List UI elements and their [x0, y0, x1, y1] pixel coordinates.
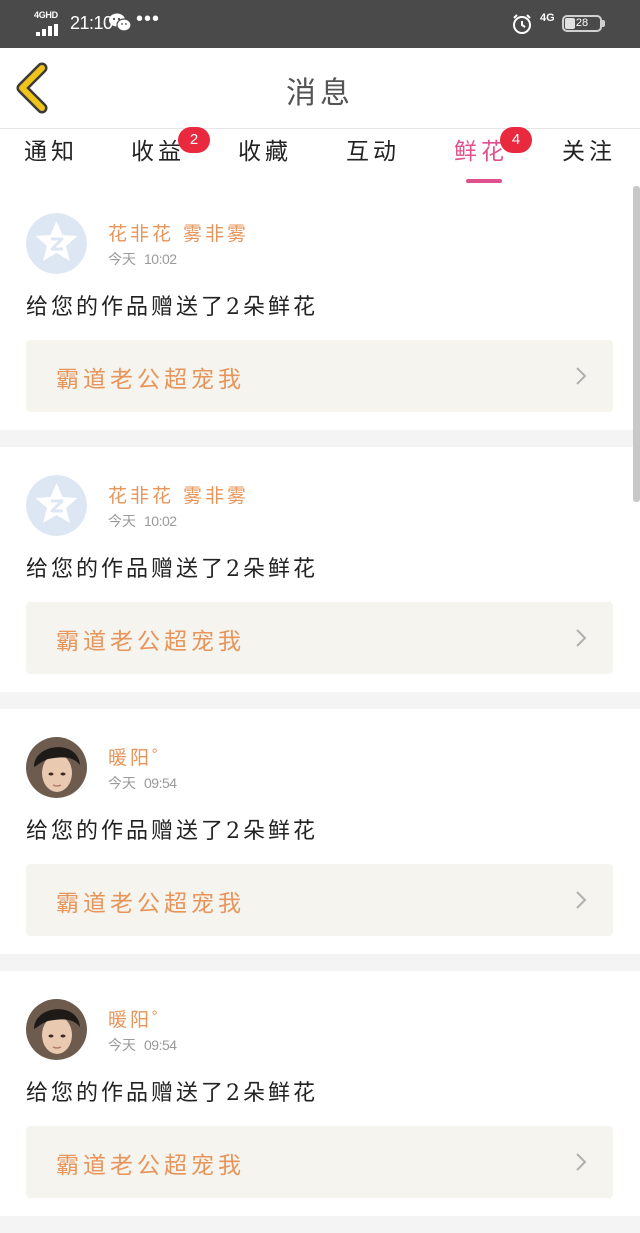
work-link[interactable]: 霸道老公超宠我 — [26, 602, 613, 674]
work-title: 霸道老公超宠我 — [56, 629, 245, 655]
time-prefix: 今天 — [108, 776, 136, 792]
avatar[interactable] — [26, 475, 87, 536]
wechat-icon — [109, 13, 132, 32]
sender-name[interactable]: 暖阳゜ — [108, 1005, 174, 1032]
timestamp: 今天 09:54 — [108, 1035, 177, 1055]
list-item: 花非花 雾非雾 今天 10:02 给您的作品赠送了2朵鲜花 霸道老公超宠我 — [0, 185, 640, 430]
tab-label: 关注 — [562, 139, 616, 165]
list-item: 花非花 雾非雾 今天 10:02 给您的作品赠送了2朵鲜花 霸道老公超宠我 — [0, 447, 640, 692]
time-value: 10:02 — [144, 513, 177, 529]
active-tab-indicator — [466, 179, 502, 183]
avatar[interactable] — [26, 999, 87, 1060]
timestamp: 今天 10:02 — [108, 511, 177, 531]
divider — [0, 954, 640, 971]
work-title: 霸道老公超宠我 — [56, 367, 245, 393]
sender-name[interactable]: 花非花 雾非雾 — [108, 481, 249, 508]
tab-interactions[interactable]: 互动 — [328, 135, 418, 183]
work-title: 霸道老公超宠我 — [56, 1153, 245, 1179]
sender-name[interactable]: 花非花 雾非雾 — [108, 219, 249, 246]
tab-notifications[interactable]: 通知 — [6, 135, 96, 183]
work-title: 霸道老公超宠我 — [56, 891, 245, 917]
battery-icon: 28 — [562, 15, 605, 32]
tab-label: 收益 — [131, 139, 185, 165]
divider — [0, 692, 640, 709]
tab-bar: 通知 收益 2 收藏 互动 鲜花 4 关注 — [0, 127, 640, 185]
work-link[interactable]: 霸道老公超宠我 — [26, 1126, 613, 1198]
list-item: 暖阳゜ 今天 09:54 给您的作品赠送了2朵鲜花 霸道老公超宠我 — [0, 709, 640, 954]
battery-level: 28 — [575, 17, 589, 29]
time-value: 09:54 — [144, 775, 177, 791]
divider — [0, 430, 640, 447]
unread-badge: 4 — [500, 127, 532, 153]
chevron-right-icon — [576, 1153, 587, 1171]
timestamp: 今天 10:02 — [108, 249, 177, 269]
avatar[interactable] — [26, 213, 87, 274]
unread-badge: 2 — [178, 127, 210, 153]
time-prefix: 今天 — [108, 1038, 136, 1054]
navigation-bar: 消息 — [0, 48, 640, 129]
gift-message: 给您的作品赠送了2朵鲜花 — [26, 1081, 318, 1106]
more-dots-icon: ••• — [136, 8, 161, 30]
tab-following[interactable]: 关注 — [544, 135, 634, 183]
chevron-right-icon — [576, 891, 587, 909]
avatar[interactable] — [26, 737, 87, 798]
network-label: 4GHD — [34, 10, 58, 20]
status-time: 21:10 — [70, 13, 113, 33]
gift-message: 给您的作品赠送了2朵鲜花 — [26, 819, 318, 844]
time-prefix: 今天 — [108, 514, 136, 530]
sender-name[interactable]: 暖阳゜ — [108, 743, 174, 770]
divider — [0, 1216, 640, 1233]
flower-message-list: 花非花 雾非雾 今天 10:02 给您的作品赠送了2朵鲜花 霸道老公超宠我 花非花… — [0, 185, 640, 1233]
status-bar: 4GHD 21:10 ••• 4G 28 — [0, 0, 640, 48]
time-value: 09:54 — [144, 1037, 177, 1053]
time-value: 10:02 — [144, 251, 177, 267]
gift-message: 给您的作品赠送了2朵鲜花 — [26, 557, 318, 582]
tab-label: 互动 — [346, 139, 400, 165]
page-title: 消息 — [286, 76, 354, 111]
scrollbar[interactable] — [633, 186, 640, 502]
chevron-right-icon — [576, 367, 587, 385]
chevron-right-icon — [576, 629, 587, 647]
tab-label: 通知 — [24, 139, 78, 165]
tab-label: 收藏 — [238, 139, 292, 165]
time-prefix: 今天 — [108, 252, 136, 268]
gift-message: 给您的作品赠送了2朵鲜花 — [26, 295, 318, 320]
tab-flowers[interactable]: 鲜花 4 — [436, 127, 532, 183]
work-link[interactable]: 霸道老公超宠我 — [26, 864, 613, 936]
alarm-icon — [513, 14, 531, 34]
tab-favorites[interactable]: 收藏 — [220, 135, 310, 183]
timestamp: 今天 09:54 — [108, 773, 177, 793]
list-item: 暖阳゜ 今天 09:54 给您的作品赠送了2朵鲜花 霸道老公超宠我 — [0, 971, 640, 1216]
signal-icon: 4GHD — [34, 10, 64, 36]
network-4g-label: 4G — [540, 12, 555, 24]
tab-earnings[interactable]: 收益 2 — [113, 127, 210, 183]
work-link[interactable]: 霸道老公超宠我 — [26, 340, 613, 412]
